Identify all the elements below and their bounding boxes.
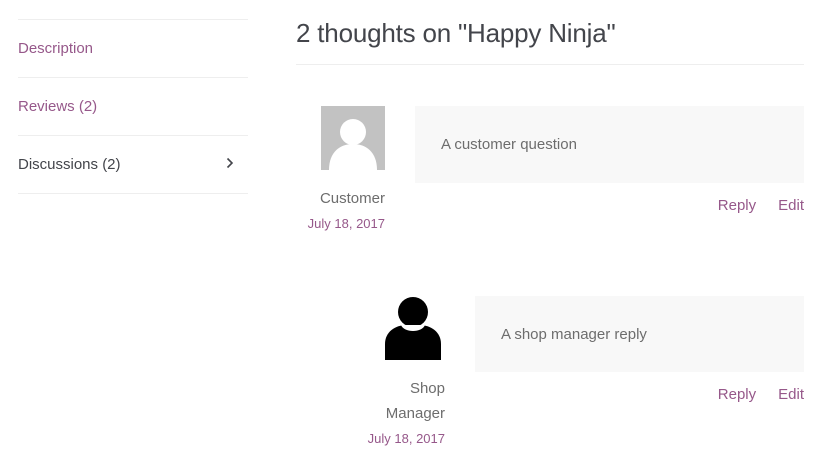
comment-text: A customer question [415,106,804,183]
tab-description[interactable]: Description [18,20,248,78]
reply-body: A shop manager reply [501,325,647,343]
comment-date[interactable]: July 18, 2017 [296,216,385,231]
reply-author-line2: Manager [385,405,445,422]
user-silhouette-icon [385,297,441,360]
reply-link[interactable]: Reply [718,197,756,214]
tab-reviews[interactable]: Reviews (2) [18,78,248,136]
default-user-icon [329,119,377,170]
reply-author[interactable]: Shop Manager [356,376,445,426]
shop-manager-avatar [381,296,445,360]
comment-author[interactable]: Customer [296,186,385,211]
reply-actions: Reply Edit [718,386,804,403]
tab-reviews-label: Reviews (2) [18,98,98,115]
chevron-right-icon [226,157,234,173]
comment-body: A customer question [441,136,577,153]
tab-description-label: Description [18,40,94,57]
tab-discussions-label: Discussions (2) [18,156,121,173]
reply-link[interactable]: Reply [718,386,756,403]
reply-date[interactable]: July 18, 2017 [356,431,445,446]
reply-author-line1: Shop [409,380,445,397]
reply-text: A shop manager reply [475,296,804,372]
product-tabs: Description Reviews (2) Discussions (2) [18,19,248,194]
tab-discussions[interactable]: Discussions (2) [18,136,248,194]
product-comments-page: Description Reviews (2) Discussions (2) … [0,0,825,469]
customer-avatar [321,106,385,170]
edit-link[interactable]: Edit [778,386,804,403]
comment-actions: Reply Edit [718,197,804,214]
comments-title: 2 thoughts on "Happy Ninja" [296,18,804,65]
edit-link[interactable]: Edit [778,197,804,214]
